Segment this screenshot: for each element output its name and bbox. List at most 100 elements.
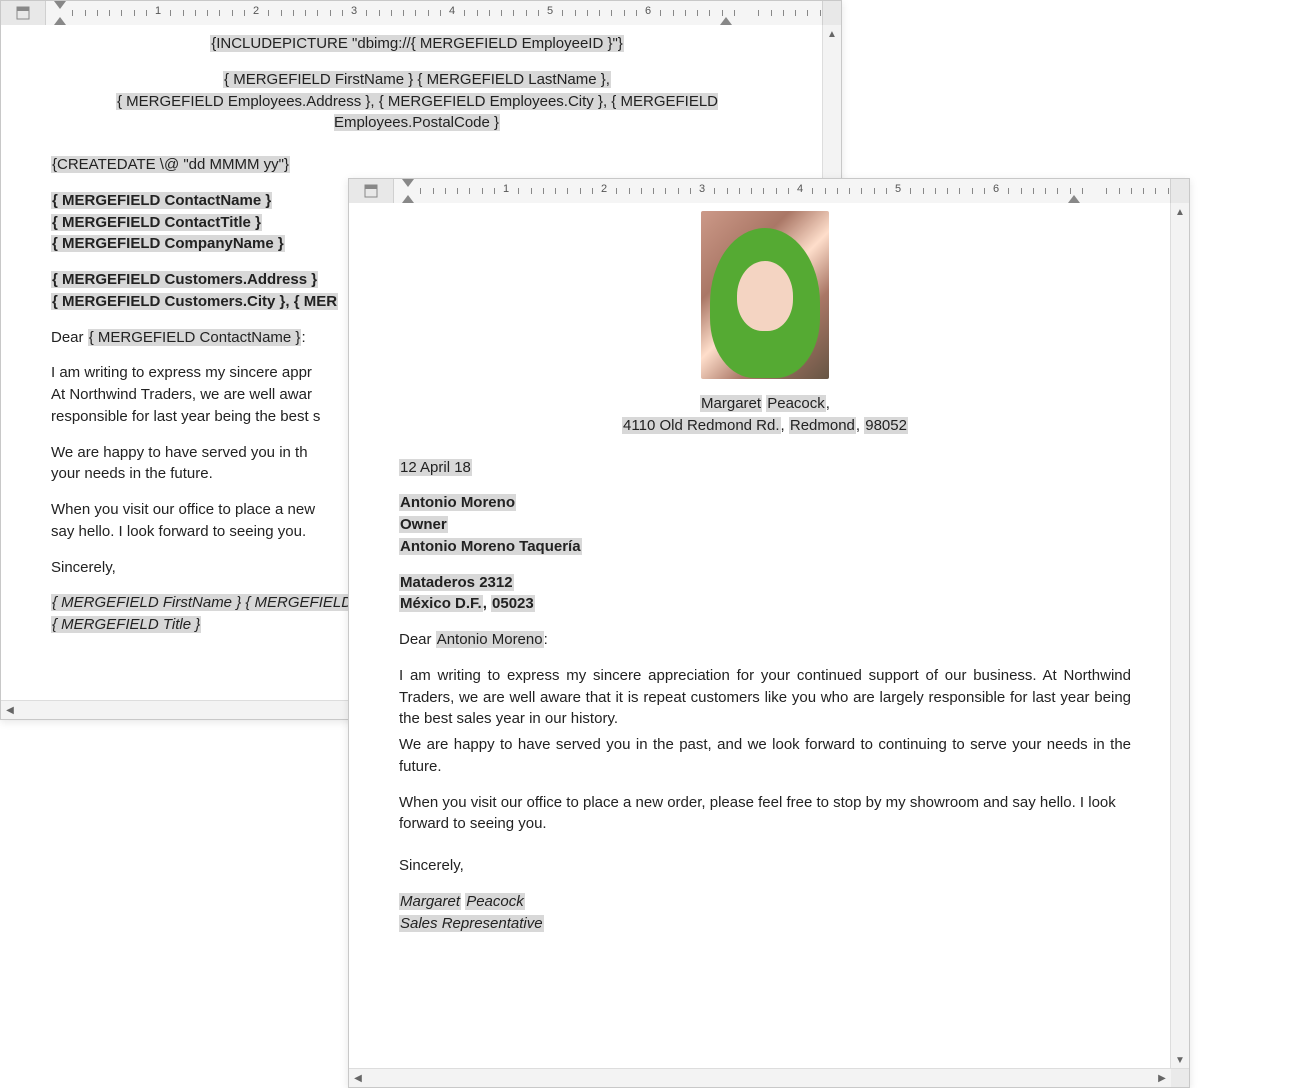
comma: , <box>781 417 789 434</box>
ruler-tick <box>464 10 465 16</box>
merged-date: 12 April 18 <box>399 459 472 476</box>
ruler-tick <box>1021 188 1022 194</box>
field-includepicture: {INCLUDEPICTURE "dbimg://{ MERGEFIELD Em… <box>210 35 624 52</box>
merged-firstname: Margaret <box>700 395 762 412</box>
ruler-tick <box>714 188 715 194</box>
merged-body-para1: I am writing to express my sincere appre… <box>399 665 1131 730</box>
ruler-tick <box>653 188 654 194</box>
ruler-tick <box>874 188 875 194</box>
ruler-tick <box>403 10 404 16</box>
vertical-scrollbar[interactable]: ▲ ▼ <box>1170 203 1189 1069</box>
ruler-tick <box>739 188 740 194</box>
field-companyname: { MERGEFIELD CompanyName } <box>51 235 285 252</box>
ruler-tick <box>97 10 98 16</box>
ruler-tick <box>587 10 588 16</box>
dear-colon: : <box>544 631 548 648</box>
ruler-tick <box>984 188 985 194</box>
ruler-number: 2 <box>601 183 607 195</box>
field-sig-line2: { MERGEFIELD Title } <box>51 616 201 633</box>
ruler-tick <box>727 188 728 194</box>
field-name-line: { MERGEFIELD FirstName } { MERGEFIELD La… <box>223 71 611 88</box>
ruler-end-cap <box>823 1 841 25</box>
merged-cust-postal: 05023 <box>491 595 535 612</box>
first-line-indent-marker-icon[interactable] <box>402 179 414 187</box>
ruler-tick <box>758 10 759 16</box>
ruler-tick <box>825 188 826 194</box>
merged-contacttitle: Owner <box>399 516 448 533</box>
merged-emp-postal: 98052 <box>864 417 908 434</box>
ruler-tick <box>513 10 514 16</box>
dear-label: Dear <box>51 329 88 346</box>
ruler-tick <box>567 188 568 194</box>
ruler-tick <box>1070 188 1071 194</box>
ruler-tick <box>469 188 470 194</box>
ruler-tick <box>1155 188 1156 194</box>
ruler-tick <box>636 10 637 16</box>
scroll-left-icon[interactable]: ◀ <box>349 1069 367 1087</box>
ruler-number: 6 <box>645 5 651 17</box>
ruler-number: 1 <box>155 5 161 17</box>
ruler-tick <box>641 188 642 194</box>
first-line-indent-marker-icon[interactable] <box>54 1 66 9</box>
scroll-left-icon[interactable]: ◀ <box>1 701 19 719</box>
ruler-tick <box>109 10 110 16</box>
ruler-tick <box>1131 188 1132 194</box>
merged-emp-city: Redmond <box>789 417 856 434</box>
ruler-tick <box>685 10 686 16</box>
scroll-up-icon[interactable]: ▲ <box>823 25 841 43</box>
ruler-tick <box>947 188 948 194</box>
ruler-tick <box>788 188 789 194</box>
ruler-tick <box>477 10 478 16</box>
merged-body-para3: When you visit our office to place a new… <box>399 792 1131 836</box>
ruler-tick <box>207 10 208 16</box>
ruler-tick <box>1106 188 1107 194</box>
ruler-tick <box>807 10 808 16</box>
field-contacttitle: { MERGEFIELD ContactTitle } <box>51 214 262 231</box>
employee-photo <box>701 211 829 379</box>
ruler-tick <box>886 188 887 194</box>
ruler-number: 2 <box>253 5 259 17</box>
ruler-tick <box>849 188 850 194</box>
horizontal-ruler[interactable]: 123456 <box>46 1 823 25</box>
ruler-tick <box>134 10 135 16</box>
ruler-tick <box>771 10 772 16</box>
ruler-tick <box>440 10 441 16</box>
ruler-number: 6 <box>993 183 999 195</box>
right-indent-marker-icon[interactable] <box>720 17 732 25</box>
ruler-tick <box>433 188 434 194</box>
merged-cust-city: México D.F. <box>399 595 483 612</box>
field-dear-contactname: { MERGEFIELD ContactName } <box>88 329 302 346</box>
ruler-tick <box>379 10 380 16</box>
ruler-tick <box>232 10 233 16</box>
dear-colon: : <box>301 329 305 346</box>
merged-sig-first: Margaret <box>399 893 461 910</box>
scroll-up-icon[interactable]: ▲ <box>1171 203 1189 221</box>
ruler-tick <box>195 10 196 16</box>
ruler-tick <box>616 188 617 194</box>
ruler-tick <box>305 10 306 16</box>
left-indent-marker-icon[interactable] <box>402 195 414 203</box>
ruler-tick <box>531 188 532 194</box>
ruler-number: 4 <box>449 5 455 17</box>
ruler-tick <box>837 188 838 194</box>
ruler-tick <box>1082 188 1083 194</box>
ruler-tick <box>599 10 600 16</box>
ruler-tick <box>489 10 490 16</box>
right-indent-marker-icon[interactable] <box>1068 195 1080 203</box>
ruler-tick <box>722 10 723 16</box>
ruler-tick <box>1119 188 1120 194</box>
ruler-tick <box>293 10 294 16</box>
left-indent-marker-icon[interactable] <box>54 17 66 25</box>
scroll-down-icon[interactable]: ▼ <box>1171 1051 1189 1069</box>
ruler-tick <box>526 10 527 16</box>
horizontal-ruler[interactable]: 123456 <box>394 179 1171 203</box>
ruler-tick <box>575 10 576 16</box>
sincerely-label: Sincerely, <box>399 855 1131 877</box>
scroll-right-icon[interactable]: ▶ <box>1153 1069 1171 1087</box>
field-address-line: { MERGEFIELD Employees.Address }, { MERG… <box>116 93 718 132</box>
horizontal-scrollbar[interactable]: ◀ ▶ <box>349 1068 1189 1087</box>
field-contactname: { MERGEFIELD ContactName } <box>51 192 272 209</box>
ruler-tick <box>146 10 147 16</box>
merged-sig-title: Sales Representative <box>399 915 544 932</box>
ruler-tick <box>959 188 960 194</box>
